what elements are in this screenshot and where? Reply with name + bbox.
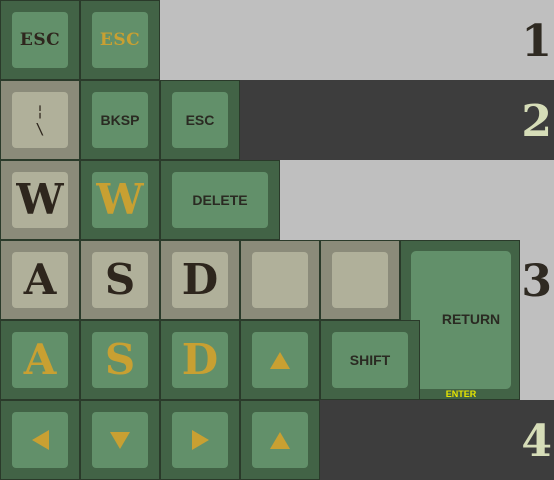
s-key-gold[interactable]: S xyxy=(80,320,160,400)
esc-key-dark[interactable]: ESC xyxy=(0,0,80,80)
w-key-dark[interactable]: W xyxy=(0,160,80,240)
row-number-4: 4 xyxy=(521,416,552,467)
w-label: W xyxy=(96,175,144,224)
shift-key[interactable]: SHIFT xyxy=(320,320,420,400)
arrow-right-icon xyxy=(191,430,209,450)
right-arrow-key[interactable] xyxy=(160,400,240,480)
w-label: W xyxy=(16,175,64,224)
w-key-gold[interactable]: W xyxy=(80,160,160,240)
s-label: S xyxy=(104,335,136,384)
pipe-backslash-key[interactable]: ¦ \ xyxy=(0,80,80,160)
up-arrow-key-row3[interactable] xyxy=(240,320,320,400)
d-key-dark[interactable]: D xyxy=(160,240,240,320)
down-arrow-key[interactable] xyxy=(80,400,160,480)
a-label: A xyxy=(23,255,57,304)
shift-label: SHIFT xyxy=(349,352,391,368)
up-arrow-key-row4[interactable] xyxy=(240,400,320,480)
pipe-label: ¦ xyxy=(35,102,45,120)
d-key-gold[interactable]: D xyxy=(160,320,240,400)
row-number-2: 2 xyxy=(521,96,552,147)
delete-label: DELETE xyxy=(192,192,248,208)
blank-key-1[interactable] xyxy=(240,240,320,320)
return-label: RETURN xyxy=(441,311,501,327)
d-label: D xyxy=(181,255,219,304)
esc-key-plain[interactable]: ESC xyxy=(160,80,240,160)
a-key-dark[interactable]: A xyxy=(0,240,80,320)
esc-key-label: ESC xyxy=(99,30,141,50)
esc-key-label: ESC xyxy=(19,30,61,50)
blank-key-2[interactable] xyxy=(320,240,400,320)
delete-key[interactable]: DELETE xyxy=(160,160,280,240)
esc-plain-label: ESC xyxy=(185,112,215,128)
left-arrow-key[interactable] xyxy=(0,400,80,480)
a-label: A xyxy=(23,335,57,384)
s-key-dark[interactable]: S xyxy=(80,240,160,320)
s-label: S xyxy=(104,255,136,304)
arrow-up-icon xyxy=(270,351,290,369)
row-number-3: 3 xyxy=(521,256,552,307)
arrow-down-icon xyxy=(110,431,130,449)
backspace-key[interactable]: BKSP xyxy=(80,80,160,160)
arrow-left-icon xyxy=(31,430,49,450)
a-key-gold[interactable]: A xyxy=(0,320,80,400)
arrow-up-icon xyxy=(270,431,290,449)
backslash-label: \ xyxy=(35,120,45,138)
d-label: D xyxy=(181,335,219,384)
row-number-1: 1 xyxy=(521,16,552,67)
esc-key-gold[interactable]: ESC xyxy=(80,0,160,80)
backspace-label: BKSP xyxy=(100,112,140,128)
